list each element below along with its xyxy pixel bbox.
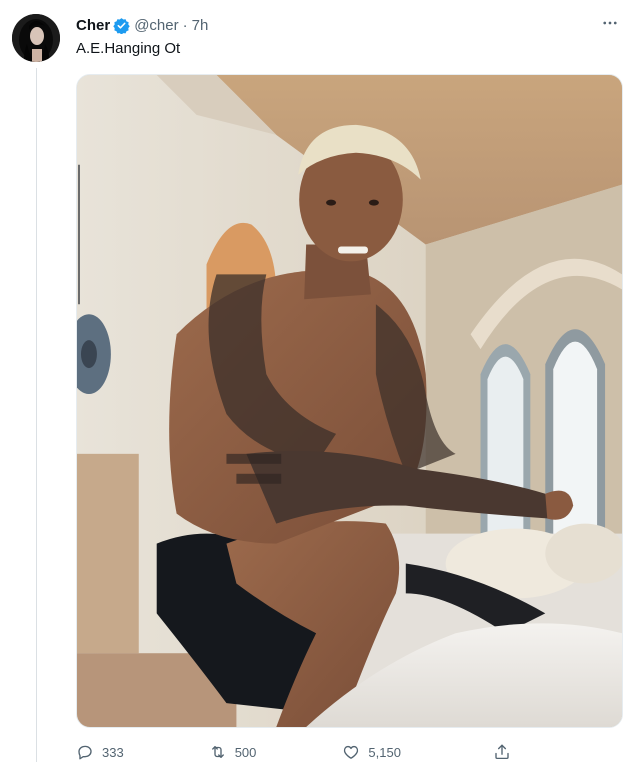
author-name[interactable]: Cher [76,17,110,34]
reply-button[interactable]: 333 [76,743,124,761]
more-horizontal-icon[interactable] [599,12,621,34]
timestamp[interactable]: 7h [192,17,209,34]
retweet-button[interactable]: 500 [209,743,257,761]
retweet-count: 500 [234,744,257,760]
like-button[interactable]: 5,150 [342,743,401,761]
tweet-photo[interactable] [76,74,623,728]
avatar[interactable] [12,14,60,62]
heart-icon [344,745,359,759]
verified-badge-icon [113,17,130,34]
share-icon [495,744,509,760]
share-button[interactable] [493,743,519,761]
separator-dot: · [182,16,188,34]
thread-line [36,68,37,762]
reply-count: 333 [102,744,124,760]
reply-icon [78,745,92,760]
tweet-header: Cher @cher · 7h [76,14,619,36]
retweet-icon [211,746,224,758]
like-count: 5,150 [368,744,401,760]
avatar-image [12,14,60,62]
author-handle[interactable]: @cher [134,17,178,34]
tweet-actions: 333 500 5,150 [76,742,556,762]
tweet-text: A.E.Hanging Ot [76,40,181,57]
tweet-card[interactable]: Cher @cher · 7h A.E.Hanging Ot 333 500 5… [0,0,633,762]
photo-image [77,75,622,727]
